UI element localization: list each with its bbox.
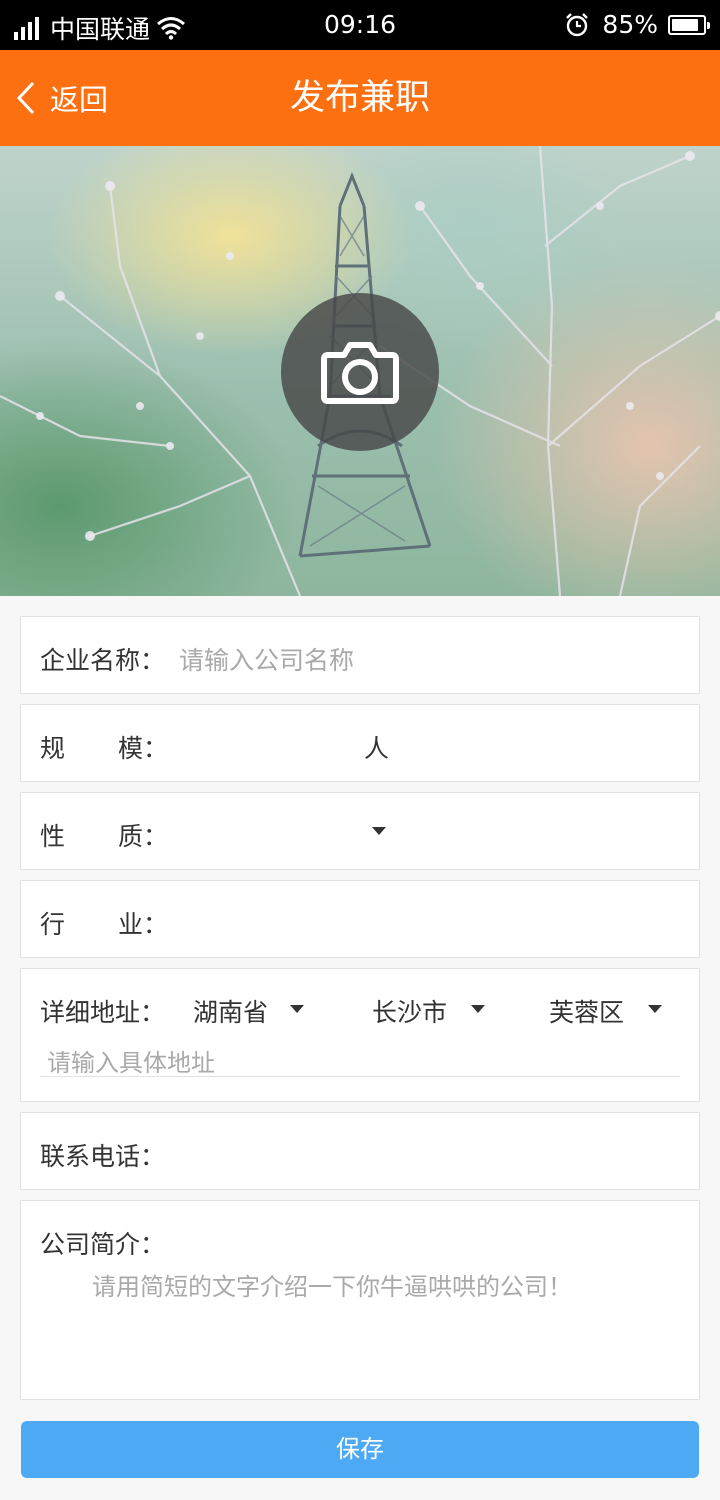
battery-icon: [668, 14, 710, 35]
company-name-input[interactable]: 请输入公司名称: [179, 641, 354, 677]
industry-select[interactable]: [179, 891, 679, 947]
intro-row: 公司简介： 请用简短的文字介绍一下你牛逼哄哄的公司！: [20, 1200, 700, 1400]
phone-label: 联系电话：: [40, 1142, 166, 1171]
save-button[interactable]: 保存: [21, 1421, 699, 1478]
cover-image[interactable]: [0, 146, 720, 596]
address-detail-placeholder: 请输入具体地址: [47, 1049, 215, 1077]
district-value: 芙蓉区: [549, 998, 625, 1027]
industry-label-a: 行: [40, 910, 66, 939]
province-select[interactable]: 湖南省: [193, 983, 323, 1031]
address-row: 详细地址： 湖南省 长沙市 芙蓉区 请输入具体地址: [20, 968, 700, 1102]
intro-textarea[interactable]: 请用简短的文字介绍一下你牛逼哄哄的公司！: [40, 1261, 680, 1391]
status-bar: 中国联通 09:16 85%: [0, 0, 720, 50]
company-name-label: 企业名称：: [40, 646, 166, 675]
caret-down-icon: [471, 1005, 485, 1013]
back-label: 返回: [50, 83, 109, 117]
nature-row: 性 质：: [20, 792, 700, 870]
camera-icon: [321, 342, 399, 404]
scale-label-b: 模：: [118, 734, 169, 763]
intro-placeholder: 请用简短的文字介绍一下你牛逼哄哄的公司！: [92, 1273, 572, 1301]
address-detail-input[interactable]: 请输入具体地址: [40, 1041, 680, 1077]
caret-down-icon: [290, 1005, 304, 1013]
district-select[interactable]: 芙蓉区: [549, 983, 679, 1031]
back-button[interactable]: 返回: [16, 50, 108, 146]
battery-percent: 85%: [602, 10, 658, 39]
intro-label: 公司简介：: [40, 1230, 166, 1259]
province-value: 湖南省: [193, 998, 269, 1027]
nature-label-a: 性: [40, 822, 66, 851]
caret-down-icon: [648, 1005, 662, 1013]
phone-input[interactable]: [179, 1123, 679, 1179]
alarm-icon: [566, 12, 589, 36]
scale-row: 规 模： 人: [20, 704, 700, 782]
battery-level: [672, 18, 698, 31]
nav-bar: 返回 发布兼职: [0, 50, 720, 146]
upload-photo-button[interactable]: [281, 293, 439, 451]
caret-down-icon: [372, 827, 386, 835]
chevron-left-icon: [16, 81, 35, 115]
scale-input[interactable]: [179, 715, 359, 771]
scale-unit: 人: [364, 734, 390, 763]
company-name-row: 企业名称： 请输入公司名称: [20, 616, 700, 694]
industry-label-b: 业：: [118, 910, 169, 939]
address-label: 详细地址：: [40, 998, 166, 1027]
city-value: 长沙市: [372, 998, 448, 1027]
industry-row: 行 业：: [20, 880, 700, 958]
scale-label-a: 规: [40, 734, 66, 763]
nature-label-b: 质：: [118, 822, 169, 851]
nature-select[interactable]: [179, 803, 399, 859]
phone-row: 联系电话：: [20, 1112, 700, 1190]
city-select[interactable]: 长沙市: [372, 983, 502, 1031]
